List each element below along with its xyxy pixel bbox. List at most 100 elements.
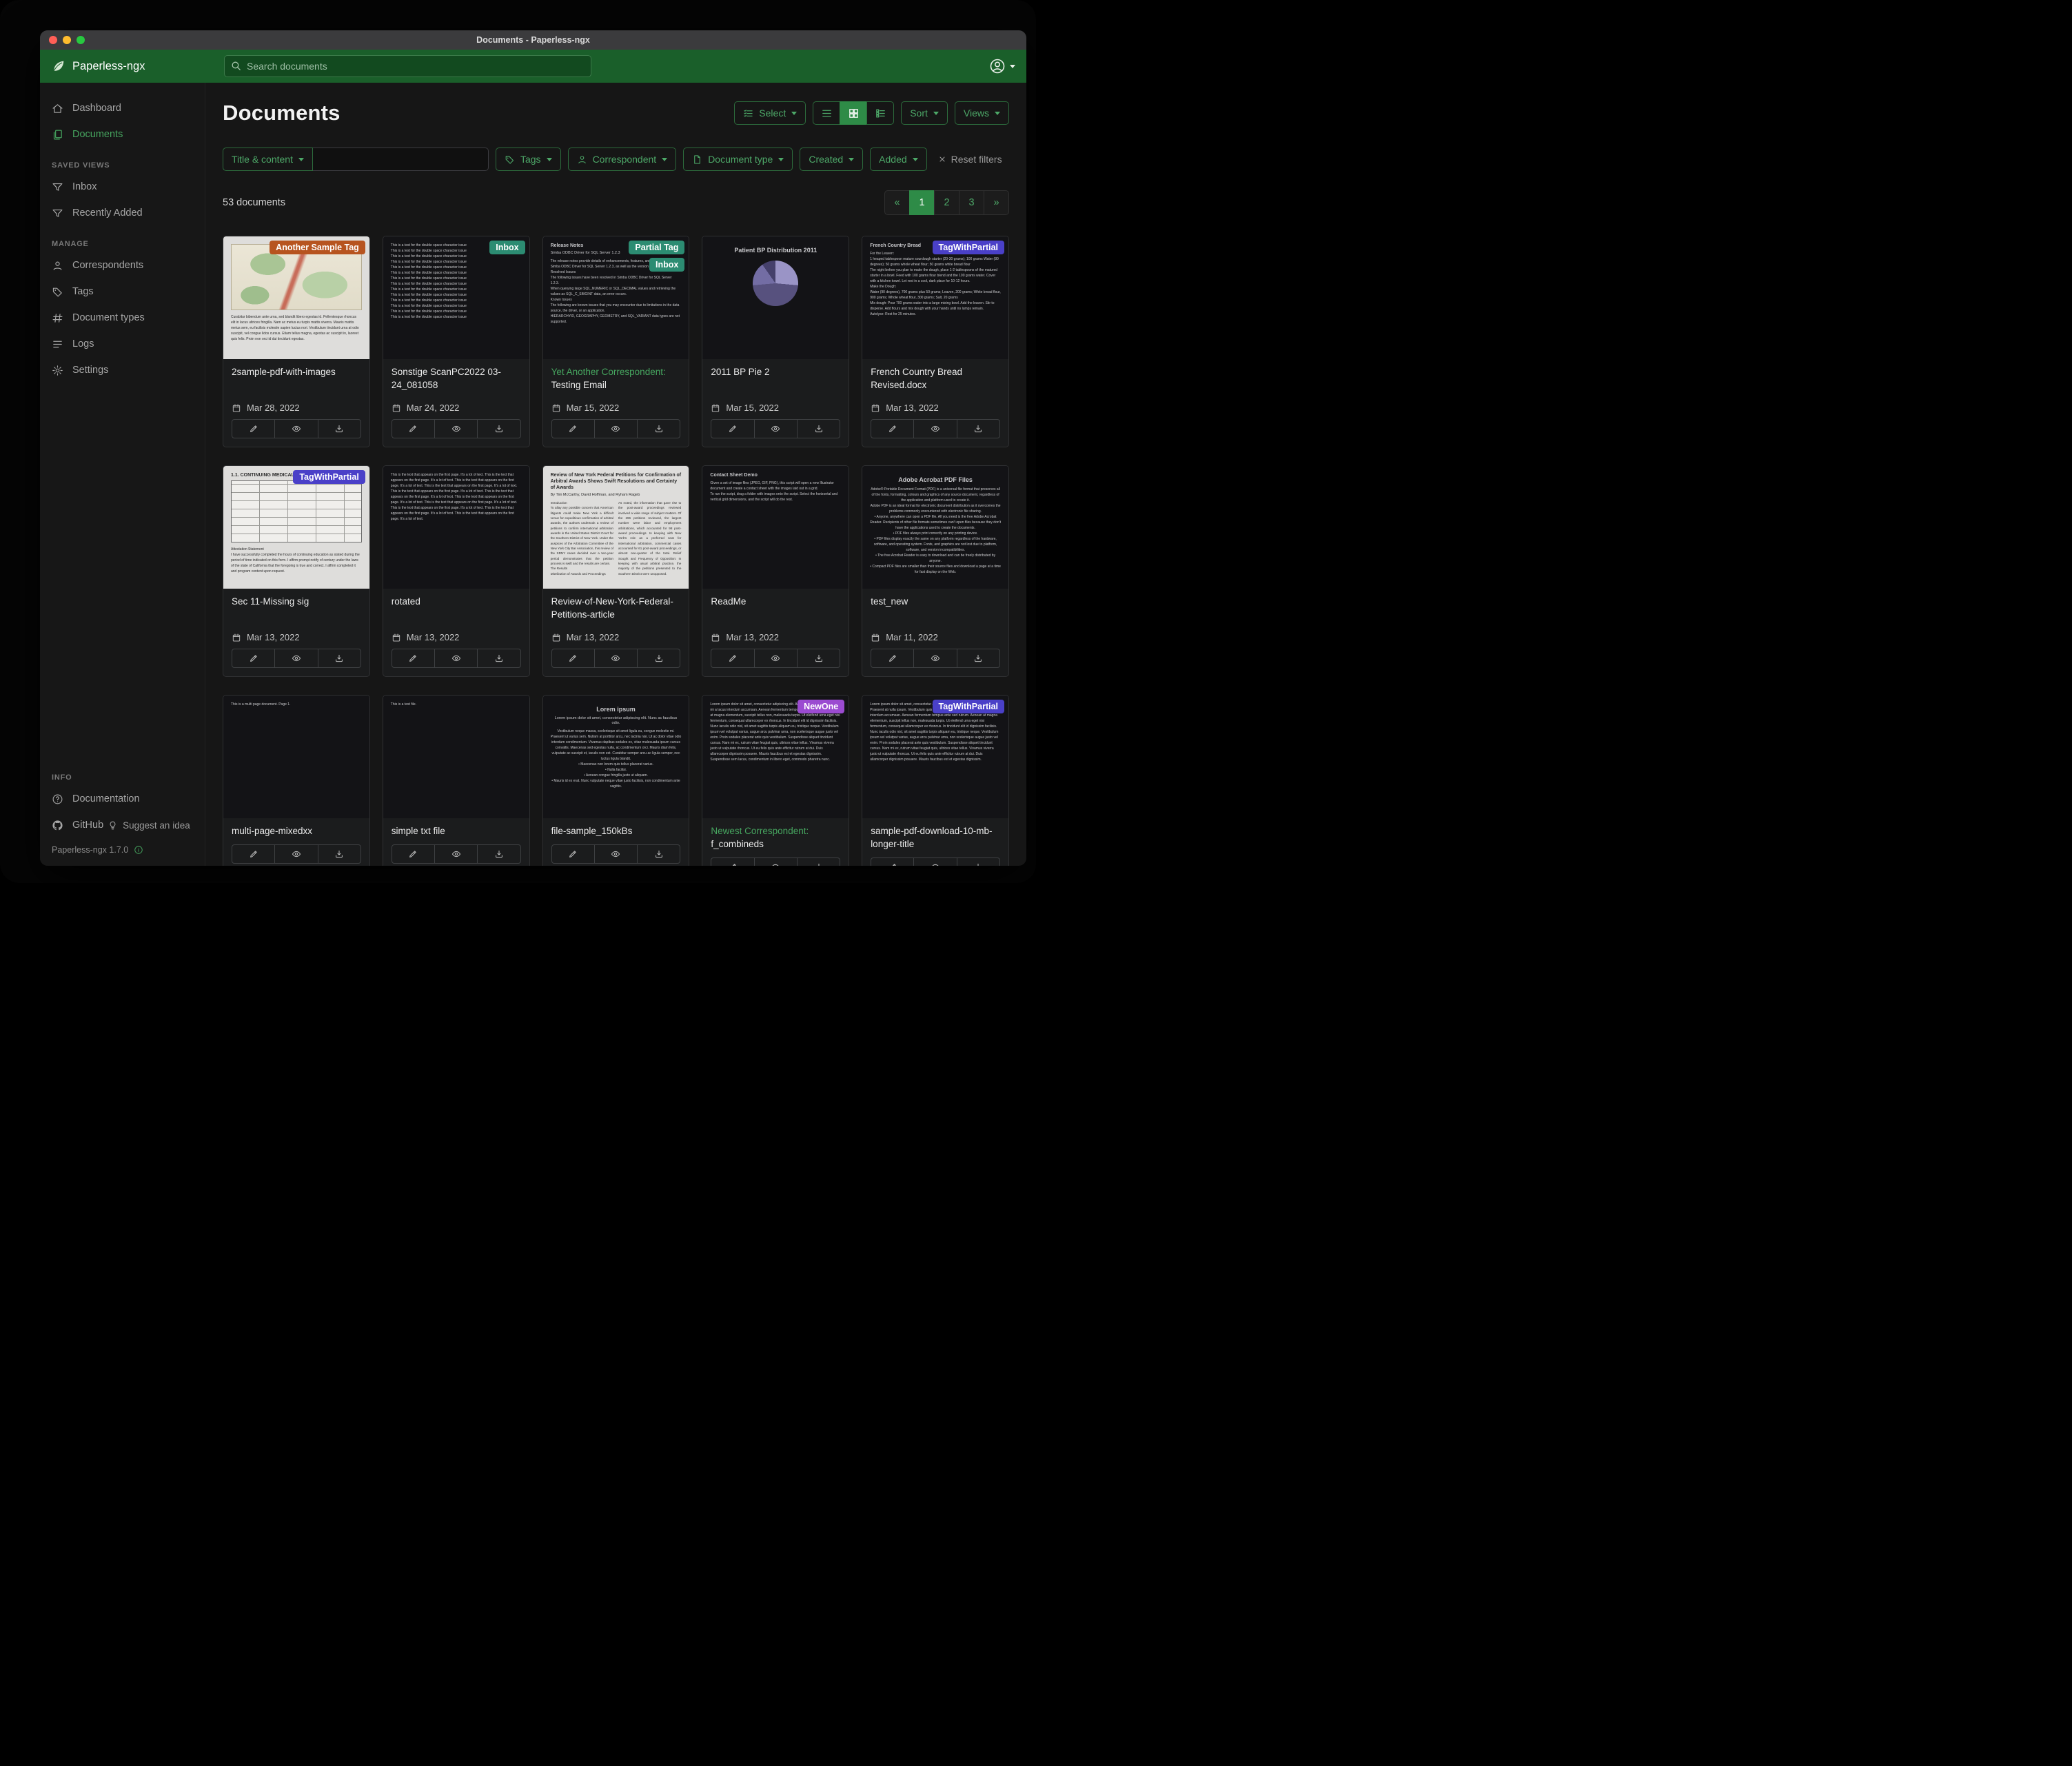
edit-document-button[interactable] — [392, 419, 435, 438]
document-title[interactable]: 2011 BP Pie 2 — [702, 359, 849, 379]
download-document-button[interactable] — [957, 857, 1000, 866]
document-thumbnail[interactable]: Contact Sheet DemoGiven a set of image f… — [702, 466, 849, 589]
document-thumbnail[interactable]: Adobe Acrobat PDF FilesAdobe® Portable D… — [862, 466, 1008, 589]
brand[interactable]: Paperless-ngx — [51, 59, 145, 74]
document-correspondent[interactable]: Yet Another Correspondent: — [551, 367, 666, 377]
download-document-button[interactable] — [477, 844, 520, 864]
download-document-button[interactable] — [957, 419, 1000, 438]
minimize-window-button[interactable] — [63, 36, 71, 44]
document-thumbnail[interactable]: Lorem ipsum dolor sit amet, consectetur … — [702, 696, 849, 818]
edit-document-button[interactable] — [711, 649, 754, 668]
document-title[interactable]: Newest Correspondent: f_combineds — [702, 818, 849, 851]
download-document-button[interactable] — [318, 419, 361, 438]
document-thumbnail[interactable]: This is a test for the double space char… — [383, 236, 529, 359]
sort-button[interactable]: Sort — [901, 101, 948, 125]
sidebar-item-settings[interactable]: Settings — [40, 357, 205, 383]
edit-document-button[interactable] — [871, 419, 914, 438]
sidebar-item-suggest-idea[interactable]: Suggest an idea — [108, 820, 190, 831]
view-document-button[interactable] — [754, 649, 798, 668]
document-tag[interactable]: Inbox — [649, 258, 684, 272]
document-title[interactable]: Yet Another Correspondent: Testing Email — [543, 359, 689, 392]
download-document-button[interactable] — [318, 844, 361, 864]
view-document-button[interactable] — [434, 419, 478, 438]
edit-document-button[interactable] — [232, 844, 275, 864]
sidebar-item-documents[interactable]: Documents — [40, 121, 205, 148]
document-title[interactable]: French Country Bread Revised.docx — [862, 359, 1008, 392]
edit-document-button[interactable] — [711, 857, 754, 866]
view-document-button[interactable] — [913, 649, 957, 668]
views-button[interactable]: Views — [955, 101, 1009, 125]
document-title[interactable]: multi-page-mixedxx — [223, 818, 369, 838]
edit-document-button[interactable] — [551, 844, 595, 864]
document-tag[interactable]: Partial Tag — [629, 241, 684, 254]
download-document-button[interactable] — [957, 649, 1000, 668]
list-view-button[interactable] — [813, 101, 840, 125]
edit-document-button[interactable] — [392, 649, 435, 668]
document-thumbnail[interactable]: Release NotesSimba ODBC Driver for SQL S… — [543, 236, 689, 359]
view-document-button[interactable] — [594, 419, 638, 438]
view-document-button[interactable] — [754, 857, 798, 866]
zoom-window-button[interactable] — [77, 36, 85, 44]
view-document-button[interactable] — [913, 857, 957, 866]
document-title[interactable]: simple txt file — [383, 818, 529, 838]
document-thumbnail[interactable]: Patient BP Distribution 2011 — [702, 236, 849, 359]
page-2-button[interactable]: 2 — [934, 190, 959, 215]
document-tag[interactable]: NewOne — [798, 700, 844, 713]
document-thumbnail[interactable]: This is a multi page document. Page 1. — [223, 696, 369, 818]
download-document-button[interactable] — [318, 649, 361, 668]
user-menu[interactable] — [989, 58, 1015, 74]
document-tag[interactable]: TagWithPartial — [933, 700, 1004, 713]
document-title[interactable]: sample-pdf-download-10-mb-longer-title — [862, 818, 1008, 851]
view-document-button[interactable] — [434, 844, 478, 864]
sidebar-item-recently-added[interactable]: Recently Added — [40, 200, 205, 226]
download-document-button[interactable] — [637, 419, 680, 438]
sidebar-item-github[interactable]: GitHub — [40, 812, 108, 838]
document-title[interactable]: ReadMe — [702, 589, 849, 609]
page-1-button[interactable]: 1 — [909, 190, 935, 215]
document-thumbnail[interactable]: 1.1. CONTINUING MEDICAL EDUCATIONAttesta… — [223, 466, 369, 589]
view-document-button[interactable] — [754, 419, 798, 438]
edit-document-button[interactable] — [551, 419, 595, 438]
edit-document-button[interactable] — [392, 844, 435, 864]
download-document-button[interactable] — [797, 857, 840, 866]
document-thumbnail[interactable]: Curabitur bibendum ante urna, sed blandi… — [223, 236, 369, 359]
sidebar-item-logs[interactable]: Logs — [40, 331, 205, 357]
document-thumbnail[interactable]: This is the text that appears on the fir… — [383, 466, 529, 589]
document-thumbnail[interactable]: Lorem ipsum dolor sit amet, consectetur … — [862, 696, 1008, 818]
download-document-button[interactable] — [637, 649, 680, 668]
detail-view-button[interactable] — [866, 101, 894, 125]
view-document-button[interactable] — [274, 649, 318, 668]
grid-view-button[interactable] — [840, 101, 867, 125]
edit-document-button[interactable] — [871, 857, 914, 866]
edit-document-button[interactable] — [232, 419, 275, 438]
document-title[interactable]: 2sample-pdf-with-images — [223, 359, 369, 379]
edit-document-button[interactable] — [232, 649, 275, 668]
page-3-button[interactable]: 3 — [959, 190, 984, 215]
tags-filter-button[interactable]: Tags — [496, 148, 561, 171]
download-document-button[interactable] — [477, 419, 520, 438]
document-thumbnail[interactable]: French Country BreadFor the Leaven: 1 he… — [862, 236, 1008, 359]
view-document-button[interactable] — [594, 844, 638, 864]
document-type-filter-button[interactable]: Document type — [683, 148, 793, 171]
document-tag[interactable]: TagWithPartial — [933, 241, 1004, 254]
view-document-button[interactable] — [434, 649, 478, 668]
document-thumbnail[interactable]: This is a test file. — [383, 696, 529, 818]
info-icon[interactable] — [134, 845, 143, 855]
document-title[interactable]: file-sample_150kBs — [543, 818, 689, 838]
close-window-button[interactable] — [49, 36, 57, 44]
added-filter-button[interactable]: Added — [870, 148, 926, 171]
edit-document-button[interactable] — [551, 649, 595, 668]
document-tag[interactable]: Another Sample Tag — [270, 241, 365, 254]
title-content-filter-button[interactable]: Title & content — [223, 148, 313, 171]
next-page-button[interactable]: » — [984, 190, 1009, 215]
document-title[interactable]: test_new — [862, 589, 1008, 609]
created-filter-button[interactable]: Created — [800, 148, 863, 171]
view-document-button[interactable] — [913, 419, 957, 438]
document-correspondent[interactable]: Newest Correspondent: — [711, 826, 809, 836]
document-title[interactable]: Sec 11-Missing sig — [223, 589, 369, 609]
download-document-button[interactable] — [477, 649, 520, 668]
sidebar-item-document-types[interactable]: Document types — [40, 305, 205, 331]
select-button[interactable]: Select — [734, 101, 806, 125]
sidebar-item-correspondents[interactable]: Correspondents — [40, 252, 205, 278]
sidebar-item-documentation[interactable]: Documentation — [40, 786, 205, 812]
